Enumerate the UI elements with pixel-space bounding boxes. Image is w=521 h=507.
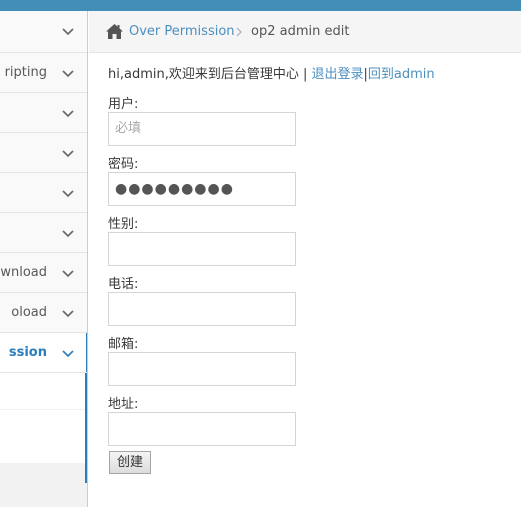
welcome-text: hi,admin,欢迎来到后台管理中心 |: [108, 67, 312, 82]
phone-label: 电话:: [108, 277, 139, 292]
breadcrumb-link[interactable]: Over Permission: [129, 11, 235, 53]
sidebar-item-label: ownload: [0, 265, 47, 280]
chevron-down-icon: [62, 230, 74, 238]
top-navbar: [0, 0, 521, 11]
address-label: 地址:: [108, 397, 139, 412]
chevron-down-icon: [62, 310, 74, 318]
sidebar-item-5[interactable]: [0, 173, 87, 213]
address-input[interactable]: [108, 412, 296, 446]
welcome-bar: hi,admin,欢迎来到后台管理中心 | 退出登录|回到admin: [108, 63, 435, 82]
username-input[interactable]: 必填: [108, 112, 296, 146]
chevron-down-icon: [62, 270, 74, 278]
chevron-down-icon: [62, 350, 74, 358]
back-to-admin-link[interactable]: 回到admin: [368, 67, 435, 82]
submenu-item[interactable]: [0, 373, 85, 410]
chevron-down-icon: [62, 110, 74, 118]
sidebar-item-scripting[interactable]: ripting: [0, 53, 87, 93]
phone-input[interactable]: [108, 292, 296, 326]
sidebar-item-upload[interactable]: oload: [0, 293, 87, 333]
logout-link[interactable]: 退出登录: [312, 67, 364, 82]
chevron-down-icon: [62, 70, 74, 78]
chevron-down-icon: [62, 150, 74, 158]
gender-label: 性别:: [108, 217, 139, 232]
chevron-down-icon: [62, 28, 74, 36]
breadcrumb-current: op2 admin edit: [251, 24, 350, 39]
create-button[interactable]: 创建: [109, 451, 151, 474]
sidebar-item-label: ripting: [4, 65, 47, 80]
sidebar-item-label: ssion: [8, 345, 47, 360]
password-label: 密码:: [108, 157, 139, 172]
email-label: 邮箱:: [108, 337, 139, 352]
sidebar-item-1[interactable]: [0, 11, 87, 53]
sidebar-item-over-permission[interactable]: ssion: [0, 333, 87, 373]
sidebar-submenu: [0, 373, 87, 483]
chevron-right-icon: [236, 27, 242, 37]
email-input[interactable]: [108, 352, 296, 386]
sidebar-item-download[interactable]: ownload: [0, 253, 87, 293]
breadcrumb: Over Permission op2 admin edit: [89, 11, 521, 53]
sidebar-item-4[interactable]: [0, 133, 87, 173]
submenu-item[interactable]: [0, 410, 85, 447]
sidebar: ripting ownload oload ssion: [0, 11, 88, 507]
submenu-item[interactable]: [0, 447, 85, 483]
chevron-down-icon: [62, 190, 74, 198]
gender-input[interactable]: [108, 232, 296, 266]
username-label: 用户:: [108, 97, 139, 112]
sidebar-item-3[interactable]: [0, 93, 87, 133]
sidebar-item-6[interactable]: [0, 213, 87, 253]
sidebar-item-label: oload: [11, 305, 47, 320]
password-input[interactable]: ●●●●●●●●●: [108, 172, 296, 206]
home-icon: [106, 24, 123, 39]
